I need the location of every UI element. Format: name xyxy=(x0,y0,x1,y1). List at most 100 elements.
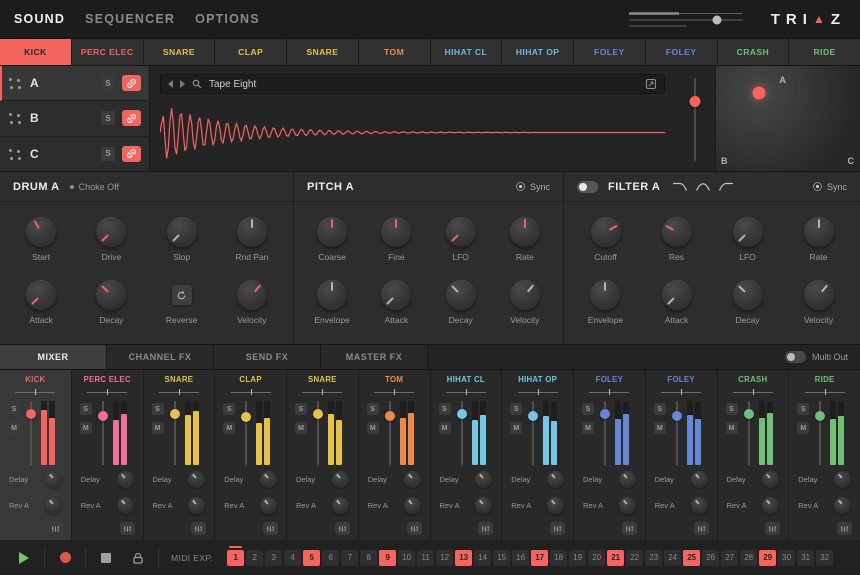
mute-button[interactable]: M xyxy=(8,422,20,434)
prev-sample-button[interactable] xyxy=(168,80,173,88)
pan-slider[interactable] xyxy=(374,389,414,395)
knob[interactable]: Attack xyxy=(662,280,692,325)
volume-fader[interactable] xyxy=(604,401,606,465)
delay-send-knob[interactable] xyxy=(117,471,134,488)
knob-dial[interactable] xyxy=(381,217,411,247)
knob-dial[interactable] xyxy=(662,217,692,247)
track-tab[interactable]: PERC ELEC xyxy=(72,39,144,65)
mute-button[interactable]: M xyxy=(797,422,809,434)
layer-link-button[interactable] xyxy=(122,110,141,126)
channel-output-button[interactable] xyxy=(191,522,206,535)
reverb-send-knob[interactable] xyxy=(834,497,851,514)
mute-button[interactable]: M xyxy=(654,422,666,434)
volume-fader[interactable] xyxy=(676,401,678,465)
knob[interactable]: Decay xyxy=(446,280,476,325)
step-cell[interactable]: 14 xyxy=(474,550,491,566)
stop-button[interactable] xyxy=(94,547,118,569)
expand-icon[interactable] xyxy=(645,78,657,90)
mixer-strip[interactable]: FOLEY S M Delay Rev A xyxy=(646,370,718,540)
mute-button[interactable]: M xyxy=(726,422,738,434)
reverb-send-knob[interactable] xyxy=(188,497,205,514)
channel-output-button[interactable] xyxy=(550,522,565,535)
solo-button[interactable]: S xyxy=(582,403,594,415)
fader-handle[interactable] xyxy=(313,409,323,419)
knob-dial[interactable] xyxy=(26,217,56,247)
knob[interactable]: Fine xyxy=(381,217,411,262)
mixer-strip[interactable]: PERC ELEC S M Delay Rev A xyxy=(72,370,144,540)
knob-dial[interactable] xyxy=(446,280,476,310)
knob[interactable]: Cutoff xyxy=(591,217,621,262)
menu-item[interactable]: OPTIONS xyxy=(195,12,260,26)
reverb-send-knob[interactable] xyxy=(691,497,708,514)
pan-slider[interactable] xyxy=(231,389,271,395)
channel-output-button[interactable] xyxy=(407,522,422,535)
step-cell[interactable]: 30 xyxy=(778,550,795,566)
volume-fader[interactable] xyxy=(461,401,463,465)
solo-button[interactable]: S xyxy=(152,403,164,415)
step-cell[interactable]: 10 xyxy=(398,550,415,566)
step-cell[interactable]: 4 xyxy=(284,550,301,566)
knob-dial[interactable] xyxy=(590,280,620,310)
reverb-send-knob[interactable] xyxy=(260,497,277,514)
pan-slider[interactable] xyxy=(518,389,558,395)
delay-send-knob[interactable] xyxy=(547,471,564,488)
reverb-send-knob[interactable] xyxy=(45,497,62,514)
step-cell[interactable]: 23 xyxy=(645,550,662,566)
step-cell[interactable]: 15 xyxy=(493,550,510,566)
solo-button[interactable]: S xyxy=(223,403,235,415)
channel-output-button[interactable] xyxy=(765,522,780,535)
volume-fader[interactable] xyxy=(102,401,104,465)
knob[interactable]: Decay xyxy=(96,280,126,325)
xy-dot-handle[interactable] xyxy=(753,87,766,100)
knob-dial[interactable] xyxy=(662,280,692,310)
step-cell[interactable]: 16 xyxy=(512,550,529,566)
delay-send-knob[interactable] xyxy=(332,471,349,488)
knob[interactable]: LFO xyxy=(446,217,476,262)
fader-handle[interactable] xyxy=(815,411,825,421)
track-tab[interactable]: HIHAT OP xyxy=(502,39,574,65)
mute-button[interactable]: M xyxy=(223,422,235,434)
knob-dial[interactable] xyxy=(446,217,476,247)
knob-dial[interactable] xyxy=(237,280,267,310)
mixer-strip[interactable]: HIHAT OP S M Delay Rev A xyxy=(502,370,574,540)
channel-output-button[interactable] xyxy=(622,522,637,535)
volume-fader[interactable] xyxy=(389,401,391,465)
volume-fader[interactable] xyxy=(30,401,32,465)
step-cell[interactable]: 28 xyxy=(740,550,757,566)
reverb-send-knob[interactable] xyxy=(117,497,134,514)
mixer-tab[interactable]: MIXER xyxy=(0,345,107,369)
knob-dial[interactable] xyxy=(733,217,763,247)
mixer-strip[interactable]: TOM S M Delay Rev A xyxy=(359,370,431,540)
channel-output-button[interactable] xyxy=(837,522,852,535)
knob[interactable]: Velocity xyxy=(237,280,267,325)
layer-link-button[interactable] xyxy=(122,146,141,162)
knob[interactable]: Res xyxy=(662,217,692,262)
mixer-tab[interactable]: CHANNEL FX xyxy=(107,345,214,369)
step-cell[interactable]: 22 xyxy=(626,550,643,566)
track-tab[interactable]: RIDE xyxy=(789,39,860,65)
mixer-strip[interactable]: SNARE S M Delay Rev A xyxy=(144,370,216,540)
fader-handle[interactable] xyxy=(170,409,180,419)
step-cell[interactable]: 7 xyxy=(341,550,358,566)
play-button[interactable] xyxy=(12,547,36,569)
step-cell[interactable]: 2 xyxy=(246,550,263,566)
knob[interactable]: LFO xyxy=(733,217,763,262)
knob[interactable]: Drive xyxy=(96,217,126,262)
highpass-icon[interactable] xyxy=(718,181,734,192)
knob-dial[interactable] xyxy=(804,217,834,247)
fader-handle[interactable] xyxy=(744,409,754,419)
knob[interactable]: Attack xyxy=(26,280,56,325)
delay-send-knob[interactable] xyxy=(45,471,62,488)
step-cell[interactable]: 26 xyxy=(702,550,719,566)
knob-dial[interactable] xyxy=(733,280,763,310)
track-tab[interactable]: SNARE xyxy=(144,39,216,65)
step-cell[interactable]: 18 xyxy=(550,550,567,566)
layer-row[interactable]: C S xyxy=(0,137,149,171)
channel-output-button[interactable] xyxy=(694,522,709,535)
reverb-send-knob[interactable] xyxy=(404,497,421,514)
solo-button[interactable]: S xyxy=(439,403,451,415)
solo-button[interactable]: S xyxy=(8,403,20,415)
solo-button[interactable]: S xyxy=(797,403,809,415)
mixer-tab[interactable]: MASTER FX xyxy=(321,345,428,369)
step-cell[interactable]: 6 xyxy=(322,550,339,566)
